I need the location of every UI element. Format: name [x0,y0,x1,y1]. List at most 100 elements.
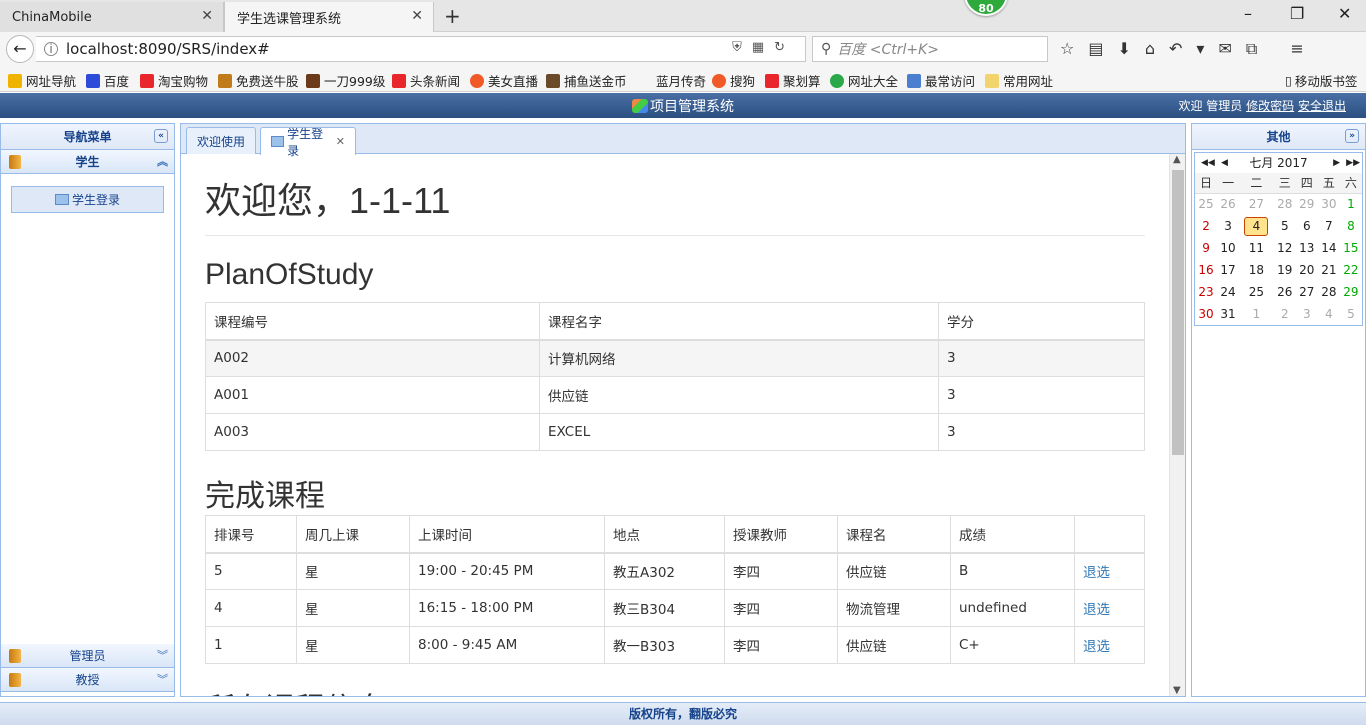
calendar-day[interactable]: 31 [1217,303,1239,325]
bookmark-item[interactable]: 聚划算 [765,71,821,90]
toolbar-icons[interactable]: ☆▤⬇⌂↶▾✉⧉ ≡ [1060,39,1318,59]
calendar-day[interactable]: 3 [1296,303,1318,325]
bookmark-item[interactable]: 免费送牛股 [218,71,299,90]
new-tab-icon[interactable]: + [444,4,461,28]
calendar-day[interactable]: 23 [1195,281,1217,303]
calendar-day[interactable]: 28 [1274,193,1296,215]
prev-year-icon[interactable]: ◀◀ [1201,153,1215,173]
calendar-day[interactable]: 19 [1274,259,1296,281]
calendar-day[interactable]: 30 [1195,303,1217,325]
calendar-day[interactable]: 21 [1318,259,1340,281]
accordion-student[interactable]: 学生 ︽ [1,150,174,174]
calendar-day[interactable]: 13 [1296,237,1318,259]
close-tab-icon[interactable]: ✕ [336,135,345,148]
weekday-header: 日 [1195,173,1218,194]
calendar-day[interactable]: 26 [1217,193,1239,215]
bookmark-item[interactable]: 搜狗 [712,71,755,90]
tab-student-login[interactable]: 学生登录 ✕ [260,127,356,158]
bookmark-item[interactable]: 百度 [86,71,129,90]
calendar-day[interactable]: 25 [1195,193,1217,215]
bookmark-item[interactable]: 蓝月传奇 [638,71,706,90]
scroll-up-icon[interactable]: ▲ [1173,154,1181,165]
browser-tab-chinamobile[interactable]: ChinaMobile ✕ [0,2,224,32]
restore-icon[interactable]: ❐ [1290,4,1304,23]
withdraw-link[interactable]: 退选 [1083,602,1110,618]
calendar-day[interactable]: 24 [1217,281,1239,303]
calendar-day[interactable]: 4 [1239,215,1274,237]
bookmark-item[interactable]: 最常访问 [907,71,975,90]
search-input[interactable]: ⚲ 百度 <Ctrl+K> [812,36,1048,62]
next-year-icon[interactable]: ▶▶ [1346,153,1360,173]
calendar-day[interactable]: 27 [1239,193,1274,215]
logout-link[interactable]: 安全退出 [1298,99,1346,113]
calendar-day[interactable]: 9 [1195,237,1217,259]
calendar-day[interactable]: 1 [1340,193,1362,215]
calendar-day[interactable]: 11 [1239,237,1274,259]
calendar-day[interactable]: 1 [1239,303,1274,325]
browser-tab-srs[interactable]: 学生选课管理系统 ✕ [224,2,434,32]
calendar-day[interactable]: 20 [1296,259,1318,281]
student-login-link[interactable]: 学生登录 [11,186,164,213]
change-password-link[interactable]: 修改密码 [1246,99,1294,113]
calendar-day[interactable]: 5 [1274,215,1296,237]
bookmark-item[interactable]: 网址导航 [8,71,76,90]
calendar-day[interactable]: 2 [1195,215,1217,237]
bookmark-item[interactable]: 淘宝购物 [140,71,208,90]
collapse-right-icon[interactable]: » [1345,129,1359,143]
content-scrollbar[interactable]: ▲ ▼ [1169,154,1185,696]
accordion-admin[interactable]: 管理员 ︾ [1,644,174,668]
calendar-day[interactable]: 28 [1318,281,1340,303]
chevron-down-icon[interactable]: ︾ [157,644,168,668]
calendar-day[interactable]: 8 [1340,215,1362,237]
calendar: ◀◀ ◀ 七月 2017 ▶ ▶▶ 日一二三四五六 25 26 27 28 29 30 1 2… [1194,152,1363,326]
minimize-icon[interactable]: – [1244,4,1252,23]
calendar-day[interactable]: 7 [1318,215,1340,237]
next-month-icon[interactable]: ▶ [1333,153,1340,173]
calendar-day[interactable]: 26 [1274,281,1296,303]
mobile-bookmarks[interactable]: ▯ 移动版书签 [1285,71,1357,90]
scrollbar-thumb[interactable] [1172,170,1184,455]
calendar-day[interactable]: 29 [1296,193,1318,215]
calendar-day[interactable]: 25 [1239,281,1274,303]
speed-badge[interactable]: 80 [964,0,1008,16]
address-bar[interactable]: i localhost:8090/SRS/index# ⛨▦↻ [36,36,806,62]
accordion-professor[interactable]: 教授 ︾ [1,668,174,692]
calendar-day[interactable]: 14 [1318,237,1340,259]
bookmark-item[interactable]: 捕鱼送金币 [546,71,627,90]
window-close-icon[interactable]: ✕ [1338,4,1351,23]
scroll-down-icon[interactable]: ▼ [1173,685,1181,696]
prev-month-icon[interactable]: ◀ [1221,153,1228,173]
close-tab-icon[interactable]: ✕ [411,8,423,24]
back-arrow-icon[interactable]: ← [6,35,34,63]
calendar-day[interactable]: 15 [1340,237,1362,259]
calendar-day[interactable]: 6 [1296,215,1318,237]
calendar-month-label[interactable]: 七月 2017 [1249,156,1307,170]
bookmark-item[interactable]: 头条新闻 [392,71,460,90]
withdraw-link[interactable]: 退选 [1083,639,1110,655]
calendar-day[interactable]: 12 [1274,237,1296,259]
close-tab-icon[interactable]: ✕ [201,8,213,24]
calendar-day[interactable]: 18 [1239,259,1274,281]
tab-welcome[interactable]: 欢迎使用 [186,127,256,154]
bookmark-item[interactable]: 网址大全 [830,71,898,90]
calendar-day[interactable]: 10 [1217,237,1239,259]
calendar-day[interactable]: 27 [1296,281,1318,303]
chevron-down-icon[interactable]: ︾ [157,668,168,692]
calendar-day[interactable]: 3 [1217,215,1239,237]
collapse-left-icon[interactable]: « [154,129,168,143]
withdraw-link[interactable]: 退选 [1083,565,1110,581]
bookmark-item[interactable]: 一刀999级 [306,71,385,90]
bookmark-item[interactable]: 美女直播 [470,71,538,90]
calendar-day[interactable]: 29 [1340,281,1362,303]
calendar-day[interactable]: 5 [1340,303,1362,325]
chevron-up-icon[interactable]: ︽ [157,150,168,174]
calendar-day[interactable]: 16 [1195,259,1217,281]
calendar-day[interactable]: 17 [1217,259,1239,281]
bookmark-item[interactable]: 常用网址 [985,71,1053,90]
info-icon[interactable]: i [44,42,58,56]
calendar-day[interactable]: 2 [1274,303,1296,325]
calendar-day[interactable]: 30 [1318,193,1340,215]
calendar-day[interactable]: 4 [1318,303,1340,325]
calendar-day[interactable]: 22 [1340,259,1362,281]
shield-qr-reload-icons[interactable]: ⛨▦↻ [732,40,795,55]
